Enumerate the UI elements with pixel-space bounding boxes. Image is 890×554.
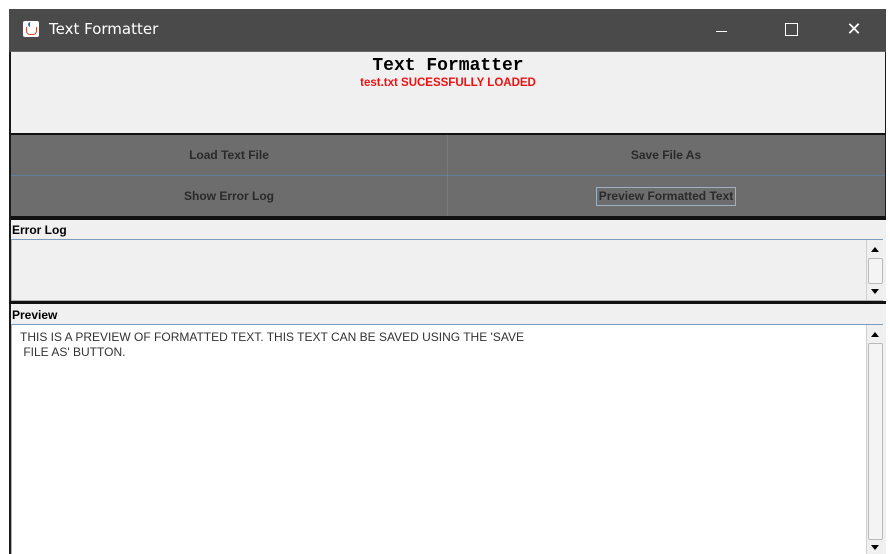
error-log-scrollbar[interactable] [866, 240, 883, 300]
minimize-icon [716, 31, 727, 32]
preview-textarea[interactable]: THIS IS A PREVIEW OF FORMATTED TEXT. THI… [11, 324, 883, 554]
scroll-thumb[interactable] [868, 343, 883, 540]
maximize-button[interactable] [768, 9, 814, 51]
app-heading: Text Formatter [372, 56, 524, 76]
section-divider [9, 301, 886, 304]
scroll-down-arrow-icon[interactable] [867, 283, 883, 299]
load-text-file-button[interactable]: Load Text File [11, 135, 447, 175]
save-file-as-button[interactable]: Save File As [448, 135, 884, 175]
error-log-textarea[interactable] [11, 239, 883, 301]
preview-content: THIS IS A PREVIEW OF FORMATTED TEXT. THI… [20, 330, 524, 359]
preview-label: Preview [12, 308, 58, 322]
preview-button-label: Preview Formatted Text [595, 187, 737, 206]
title-bar[interactable]: Text Formatter ✕ [9, 9, 886, 51]
preview-formatted-text-button[interactable]: Preview Formatted Text [448, 176, 884, 216]
preview-scrollbar[interactable] [866, 325, 883, 554]
app-window: Text Formatter ✕ Text Formatter test.txt… [9, 9, 886, 554]
scroll-up-arrow-icon[interactable] [867, 327, 883, 343]
java-cup-icon[interactable] [23, 21, 39, 37]
grid-divider-horizontal [11, 175, 885, 176]
load-status-text: test.txt SUCESSFULLY LOADED [360, 77, 536, 89]
minimize-button[interactable] [698, 9, 744, 51]
maximize-icon [785, 23, 798, 36]
scroll-up-arrow-icon[interactable] [867, 242, 883, 258]
show-error-log-button[interactable]: Show Error Log [11, 176, 447, 216]
close-button[interactable]: ✕ [831, 9, 877, 51]
scroll-thumb[interactable] [868, 258, 883, 284]
scroll-down-arrow-icon[interactable] [867, 539, 883, 554]
error-log-label: Error Log [12, 223, 67, 237]
action-button-panel: Load Text File Save File As Show Error L… [9, 135, 886, 220]
header-panel: Text Formatter test.txt SUCESSFULLY LOAD… [9, 51, 886, 136]
window-title: Text Formatter [49, 20, 159, 38]
close-icon: ✕ [846, 19, 862, 40]
